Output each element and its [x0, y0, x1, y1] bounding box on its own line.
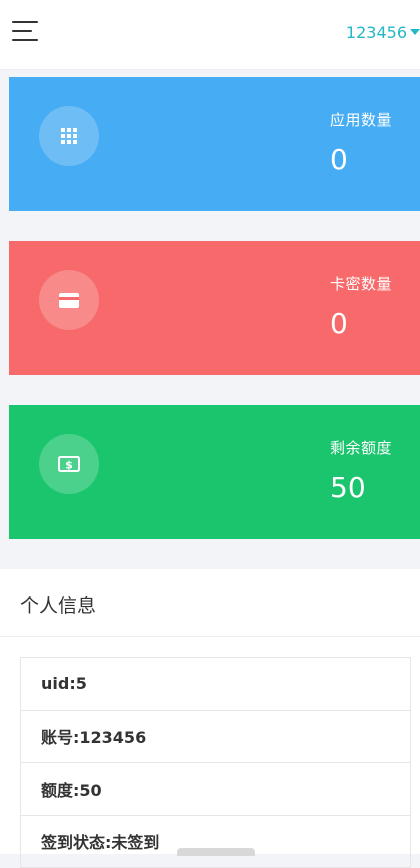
- hamburger-menu-icon[interactable]: [12, 21, 38, 41]
- chevron-down-icon: [410, 29, 420, 35]
- user-dropdown-label: 123456: [346, 23, 407, 42]
- list-item-account: 账号:123456: [21, 711, 410, 764]
- user-dropdown[interactable]: 123456: [346, 20, 420, 44]
- list-item-quota: 额度:50: [21, 763, 410, 816]
- top-bar: 123456: [0, 0, 420, 70]
- stat-label: 卡密数量: [330, 273, 392, 294]
- credit-card-icon: [39, 270, 99, 330]
- list-item-signin-status: 签到状态:未签到: [21, 816, 410, 868]
- stat-value: 50: [330, 471, 366, 504]
- stat-value: 0: [330, 143, 348, 176]
- apps-grid-icon: [39, 106, 99, 166]
- stat-card-balance: $ 剩余额度 50: [9, 405, 420, 539]
- dollar-bill-icon: $: [39, 434, 99, 494]
- stat-label: 应用数量: [330, 109, 392, 130]
- profile-info-list: uid:5 账号:123456 额度:50 签到状态:未签到: [20, 657, 411, 868]
- panel-title: 个人信息: [20, 591, 96, 618]
- stat-card-apps: 应用数量 0: [9, 77, 420, 211]
- stat-label: 剩余额度: [330, 437, 392, 458]
- scroll-handle[interactable]: [177, 848, 255, 856]
- divider: [0, 636, 420, 637]
- stat-card-cards: 卡密数量 0: [9, 241, 420, 375]
- svg-text:$: $: [65, 459, 73, 472]
- profile-panel: 个人信息 uid:5 账号:123456 额度:50 签到状态:未签到: [0, 569, 420, 854]
- list-item-uid: uid:5: [21, 658, 410, 711]
- stat-value: 0: [330, 307, 348, 340]
